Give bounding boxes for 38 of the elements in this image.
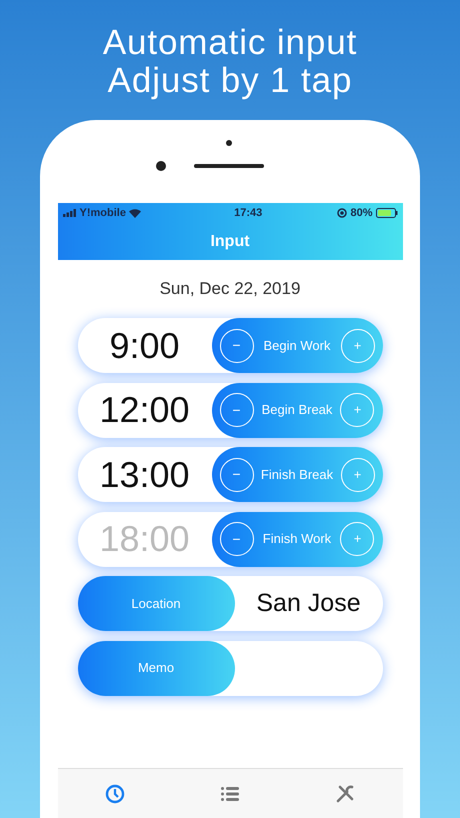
plus-button[interactable]: + — [340, 328, 374, 362]
field-label: Location — [131, 594, 181, 613]
clock-icon[interactable] — [105, 784, 126, 804]
tools-icon[interactable] — [334, 784, 355, 804]
input-field[interactable]: Memo — [78, 640, 382, 696]
headline: Adjust by 1 tap — [108, 62, 352, 100]
battery-percent: 80% — [350, 206, 372, 221]
carrier-name: Y!mobile — [80, 206, 126, 221]
field-label: Memo — [138, 659, 174, 678]
battery-icon — [376, 208, 398, 218]
minus-button[interactable]: − — [220, 458, 254, 492]
screen-title: Input — [210, 232, 250, 252]
signal-icon — [62, 209, 76, 217]
event-label: Finish Break — [260, 466, 334, 484]
minus-button[interactable]: − — [220, 328, 254, 362]
field-value: San Jose — [256, 588, 361, 619]
time-value[interactable]: 13:00 — [99, 448, 190, 502]
minus-button[interactable]: − — [220, 522, 254, 556]
plus-button[interactable]: + — [340, 522, 374, 556]
headline: Automatic input — [102, 24, 358, 62]
wifi-icon — [128, 208, 141, 218]
camera-icon — [156, 161, 166, 171]
clock-time: 17:43 — [234, 206, 262, 221]
speaker-icon — [194, 164, 264, 168]
time-value[interactable]: 12:00 — [99, 383, 190, 437]
input-field[interactable]: Location San Jose — [78, 576, 382, 631]
minus-button[interactable]: − — [220, 393, 254, 427]
time-value[interactable]: 9:00 — [109, 318, 180, 372]
sensor-icon — [226, 140, 232, 146]
plus-button[interactable]: + — [340, 458, 374, 492]
list-icon[interactable] — [220, 786, 239, 802]
event-label: Begin Break — [262, 401, 332, 420]
lock-rotation-icon — [337, 208, 348, 218]
plus-button[interactable]: + — [340, 393, 374, 427]
event-label: Begin Work — [264, 336, 330, 355]
date-label: Sun, Dec 22, 2019 — [160, 278, 300, 300]
time-value[interactable]: 18:00 — [99, 512, 190, 566]
event-label: Finish Work — [262, 530, 332, 548]
